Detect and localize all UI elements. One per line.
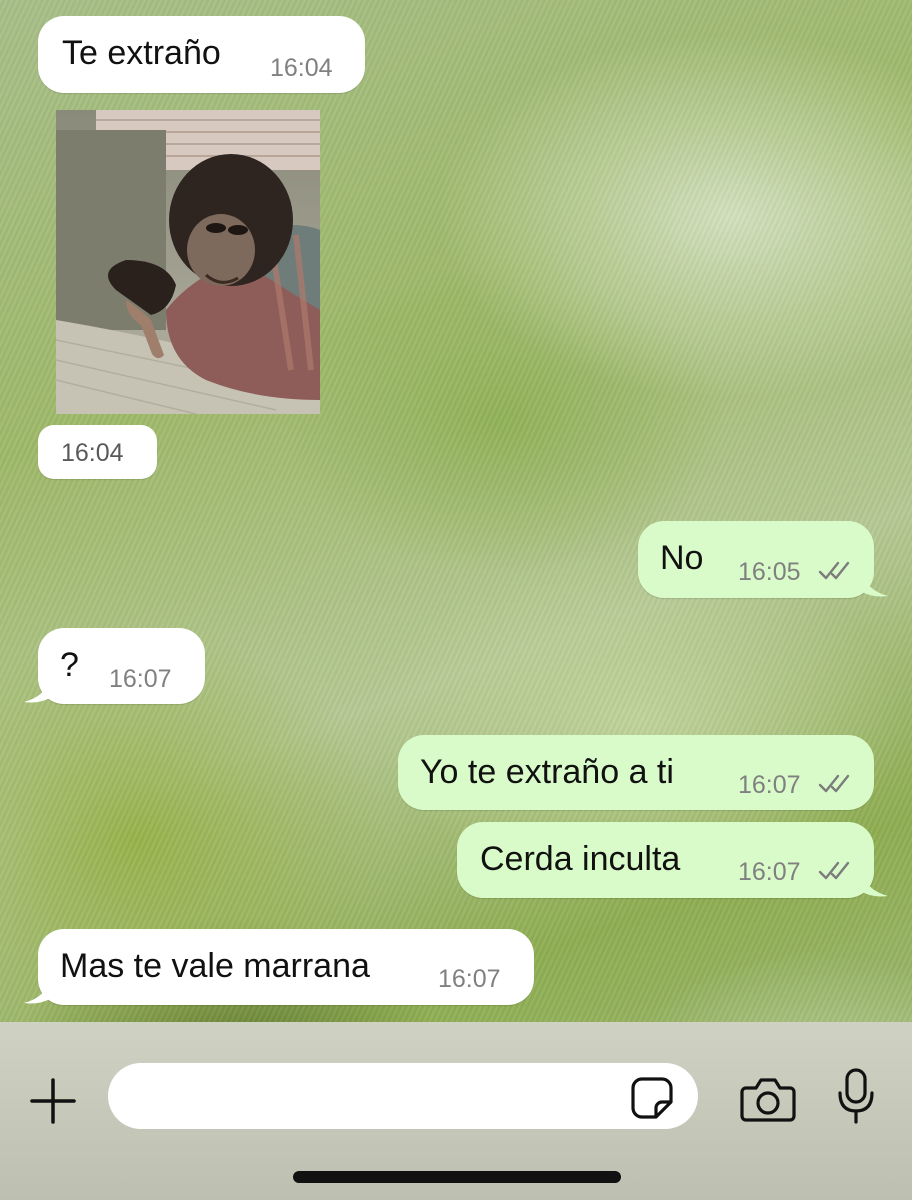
image-timestamp-pill: 16:04 [38,425,157,479]
message-text: Te extraño [62,34,221,72]
double-check-icon [818,561,850,580]
message-bubble-outgoing[interactable]: Yo te extraño a ti 16:07 [398,735,874,810]
message-bubble-outgoing[interactable]: Cerda inculta 16:07 [457,822,874,898]
microphone-icon[interactable] [836,1067,876,1125]
bubble-tail-outgoing [862,572,888,597]
message-time: 16:04 [61,439,124,467]
message-time: 16:04 [270,54,333,82]
chat-message-list[interactable]: Te extraño 16:04 16:04 No 16:05 ? 16:07 … [0,0,912,1022]
message-text: Mas te vale marrana [60,947,370,985]
message-bubble-outgoing[interactable]: No 16:05 [638,521,874,598]
message-time: 16:07 [738,858,801,886]
message-time: 16:07 [438,965,501,993]
message-time: 16:07 [738,771,801,799]
chimp-sticker-image [56,110,320,414]
camera-icon[interactable] [740,1076,796,1122]
message-bubble-incoming[interactable]: Te extraño 16:04 [38,16,365,93]
home-indicator[interactable] [293,1171,621,1183]
message-composer-bar [0,1022,912,1200]
bubble-tail-incoming [24,678,50,703]
message-text: Yo te extraño a ti [420,753,674,791]
message-input[interactable] [108,1063,698,1129]
message-text: Cerda inculta [480,840,681,878]
message-text: No [660,539,704,577]
message-text: ? [60,646,79,684]
message-bubble-incoming[interactable]: ? 16:07 [38,628,205,704]
sticker-icon[interactable] [630,1076,674,1120]
image-message[interactable] [56,110,320,414]
bubble-tail-outgoing [862,872,888,897]
message-time: 16:05 [738,558,801,586]
message-bubble-incoming[interactable]: Mas te vale marrana 16:07 [38,929,534,1005]
double-check-icon [818,774,850,793]
double-check-icon [818,861,850,880]
plus-icon[interactable] [28,1076,78,1126]
bubble-tail-incoming [24,979,50,1004]
message-time: 16:07 [109,665,172,693]
